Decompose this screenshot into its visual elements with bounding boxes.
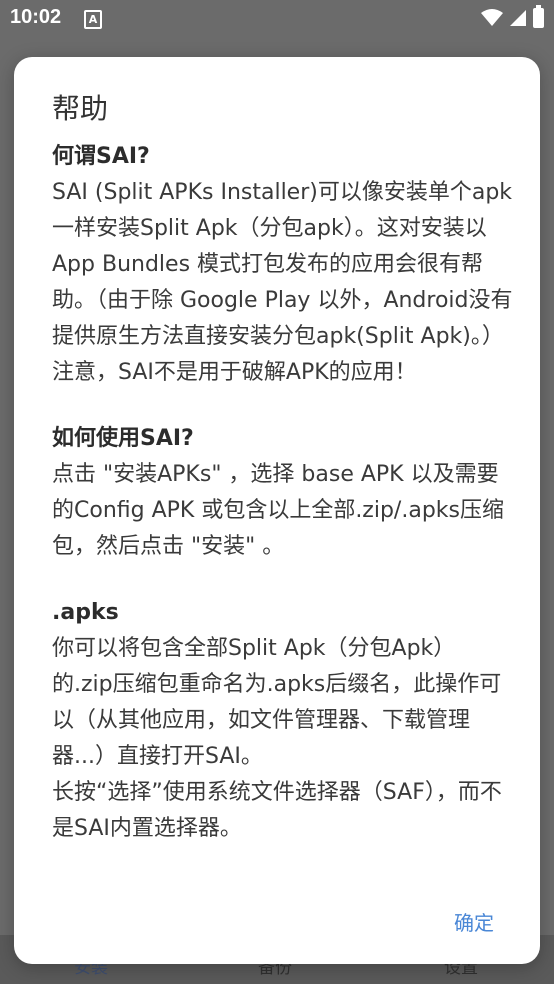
ok-button[interactable]: 确定 bbox=[454, 907, 494, 936]
section-paragraph: SAI (Split APKs Installer)可以像安装单个apk一样安装… bbox=[52, 180, 513, 349]
section-title: 何谓SAI? bbox=[52, 144, 150, 169]
cell-signal-icon bbox=[510, 10, 526, 26]
section-paragraph: 你可以将包含全部Split Apk（分包Apk）的.zip压缩包重命名为.apk… bbox=[52, 636, 502, 769]
wifi-icon bbox=[481, 9, 503, 26]
section-how-to-use: 如何使用SAI? 点击 "安装APKs" ，选择 base APK 以及需要的C… bbox=[52, 421, 514, 565]
section-apks: .apks 你可以将包含全部Split Apk（分包Apk）的.zip压缩包重命… bbox=[52, 595, 514, 847]
section-paragraph: 长按“选择”使用系统文件选择器（SAF），而不是SAI内置选择器。 bbox=[52, 780, 502, 841]
notification-icon: A bbox=[84, 10, 102, 29]
section-title: .apks bbox=[52, 600, 119, 625]
status-icons bbox=[481, 5, 544, 28]
section-what-is-sai: 何谓SAI? SAI (Split APKs Installer)可以像安装单个… bbox=[52, 139, 514, 391]
dialog-body: 何谓SAI? SAI (Split APKs Installer)可以像安装单个… bbox=[52, 139, 514, 877]
help-dialog: 帮助 何谓SAI? SAI (Split APKs Installer)可以像安… bbox=[14, 57, 540, 964]
section-paragraph: 点击 "安装APKs" ，选择 base APK 以及需要的Config APK… bbox=[52, 462, 504, 559]
dialog-title: 帮助 bbox=[52, 92, 109, 125]
battery-icon bbox=[533, 5, 544, 28]
status-bar: 10:02 A bbox=[0, 0, 554, 38]
section-title: 如何使用SAI? bbox=[52, 426, 194, 451]
status-time: 10:02 bbox=[10, 6, 62, 28]
section-paragraph: 注意，SAI不是用于破解APK的应用！ bbox=[52, 360, 417, 385]
